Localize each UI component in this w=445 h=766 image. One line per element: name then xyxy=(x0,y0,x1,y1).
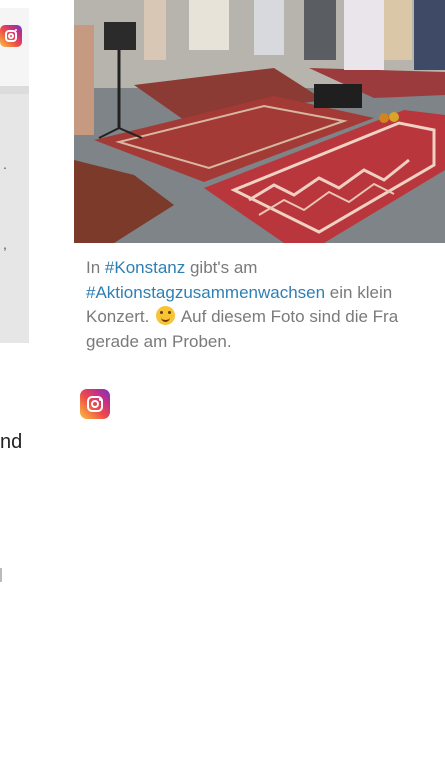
caption-text: gibt's am xyxy=(185,258,258,277)
caption-text: In xyxy=(86,258,105,277)
left-column-mark xyxy=(0,568,2,582)
hashtag-link[interactable]: #Konstanz xyxy=(105,258,185,277)
instagram-icon[interactable] xyxy=(80,389,110,419)
caption-text: Konzert. xyxy=(86,307,155,326)
caption-text: Auf diesem Foto sind die Fra xyxy=(177,307,399,326)
left-card-body xyxy=(0,94,29,343)
left-column-text: nd xyxy=(0,431,23,453)
photo-rugs-concert-icon xyxy=(74,0,445,243)
left-card-header xyxy=(0,8,29,86)
smiling-face-icon xyxy=(156,306,176,325)
left-card-text-fragment: . xyxy=(3,156,7,172)
post-caption: In #Konstanz gibt's am #Aktionstagzusamm… xyxy=(86,256,445,354)
post-photo[interactable] xyxy=(74,0,445,243)
left-card-text-fragment: , xyxy=(3,236,7,252)
caption-text: gerade am Proben. xyxy=(86,331,232,351)
left-card-divider xyxy=(0,86,29,94)
hashtag-link[interactable]: #Aktionstagzusammenwachsen xyxy=(86,283,325,302)
instagram-icon[interactable] xyxy=(0,25,22,47)
left-post-card: . , xyxy=(0,8,29,343)
caption-text: ein klein xyxy=(325,282,393,302)
